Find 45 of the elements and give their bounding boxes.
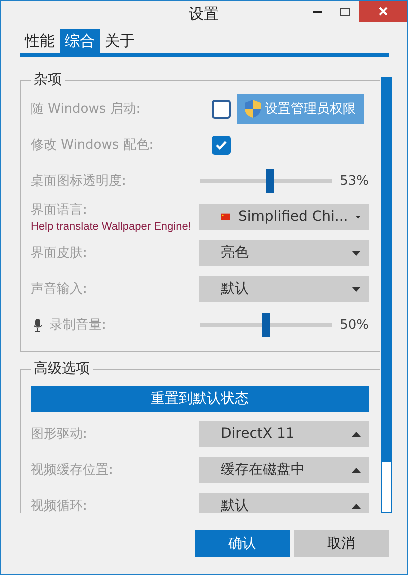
dropdown[interactable]: DirectX 11: [199, 421, 369, 447]
dropdown[interactable]: Simplified Chi...: [199, 204, 369, 230]
slider-thumb[interactable]: [262, 313, 270, 337]
dropdown[interactable]: 默认: [199, 276, 369, 302]
cancel-button[interactable]: 取消: [294, 530, 389, 557]
setting-label: 视频缓存位置:: [31, 462, 114, 479]
confirm-button[interactable]: 确认: [195, 530, 290, 557]
group-title: 高级选项: [33, 360, 91, 378]
tab[interactable]: 性能: [20, 29, 60, 53]
setting-label: 界面语言:: [31, 202, 88, 218]
dropdown[interactable]: 默认: [199, 493, 369, 513]
close-button[interactable]: [359, 1, 407, 22]
tab[interactable]: 综合: [60, 29, 100, 53]
slider-reading: 50%: [340, 318, 369, 332]
caret-down-icon: [352, 250, 361, 256]
shield-icon: [245, 100, 261, 118]
slider-reading: 53%: [340, 174, 369, 188]
setting-label: 视频循环:: [31, 498, 88, 513]
dropdown[interactable]: 亮色: [199, 240, 369, 266]
maximize-icon: [340, 8, 350, 16]
close-icon: [378, 7, 388, 16]
caret-down-icon: [356, 214, 361, 220]
setting-label: 声音输入:: [31, 281, 88, 298]
setting-label: 修改 Windows 配色:: [31, 137, 154, 154]
checkmark-icon: [216, 140, 227, 150]
translate-link[interactable]: Help translate Wallpaper Engine!: [31, 220, 192, 234]
setting-label: 随 Windows 启动:: [31, 101, 141, 118]
setting-label: 界面皮肤:: [31, 245, 88, 262]
caret-down-icon: [352, 286, 361, 292]
tab[interactable]: 关于: [100, 29, 140, 53]
caret-up-icon: [352, 504, 361, 508]
caret-up-icon: [352, 432, 361, 436]
setting-label: 图形驱动:: [31, 426, 88, 443]
checkbox[interactable]: [212, 136, 231, 154]
setting-label: 桌面图标透明度:: [31, 173, 126, 190]
checkbox[interactable]: [212, 100, 231, 118]
dropdown[interactable]: 缓存在磁盘中: [199, 457, 369, 483]
minimize-icon: [312, 10, 322, 13]
slider-thumb[interactable]: [266, 169, 274, 193]
reset-button[interactable]: 重置到默认状态: [31, 386, 369, 412]
group-title: 杂项: [33, 71, 63, 89]
caret-up-icon: [352, 468, 361, 472]
setting-label: 录制音量:: [50, 317, 106, 334]
scrollbar[interactable]: [381, 77, 392, 513]
window-title: 设置: [189, 5, 219, 24]
